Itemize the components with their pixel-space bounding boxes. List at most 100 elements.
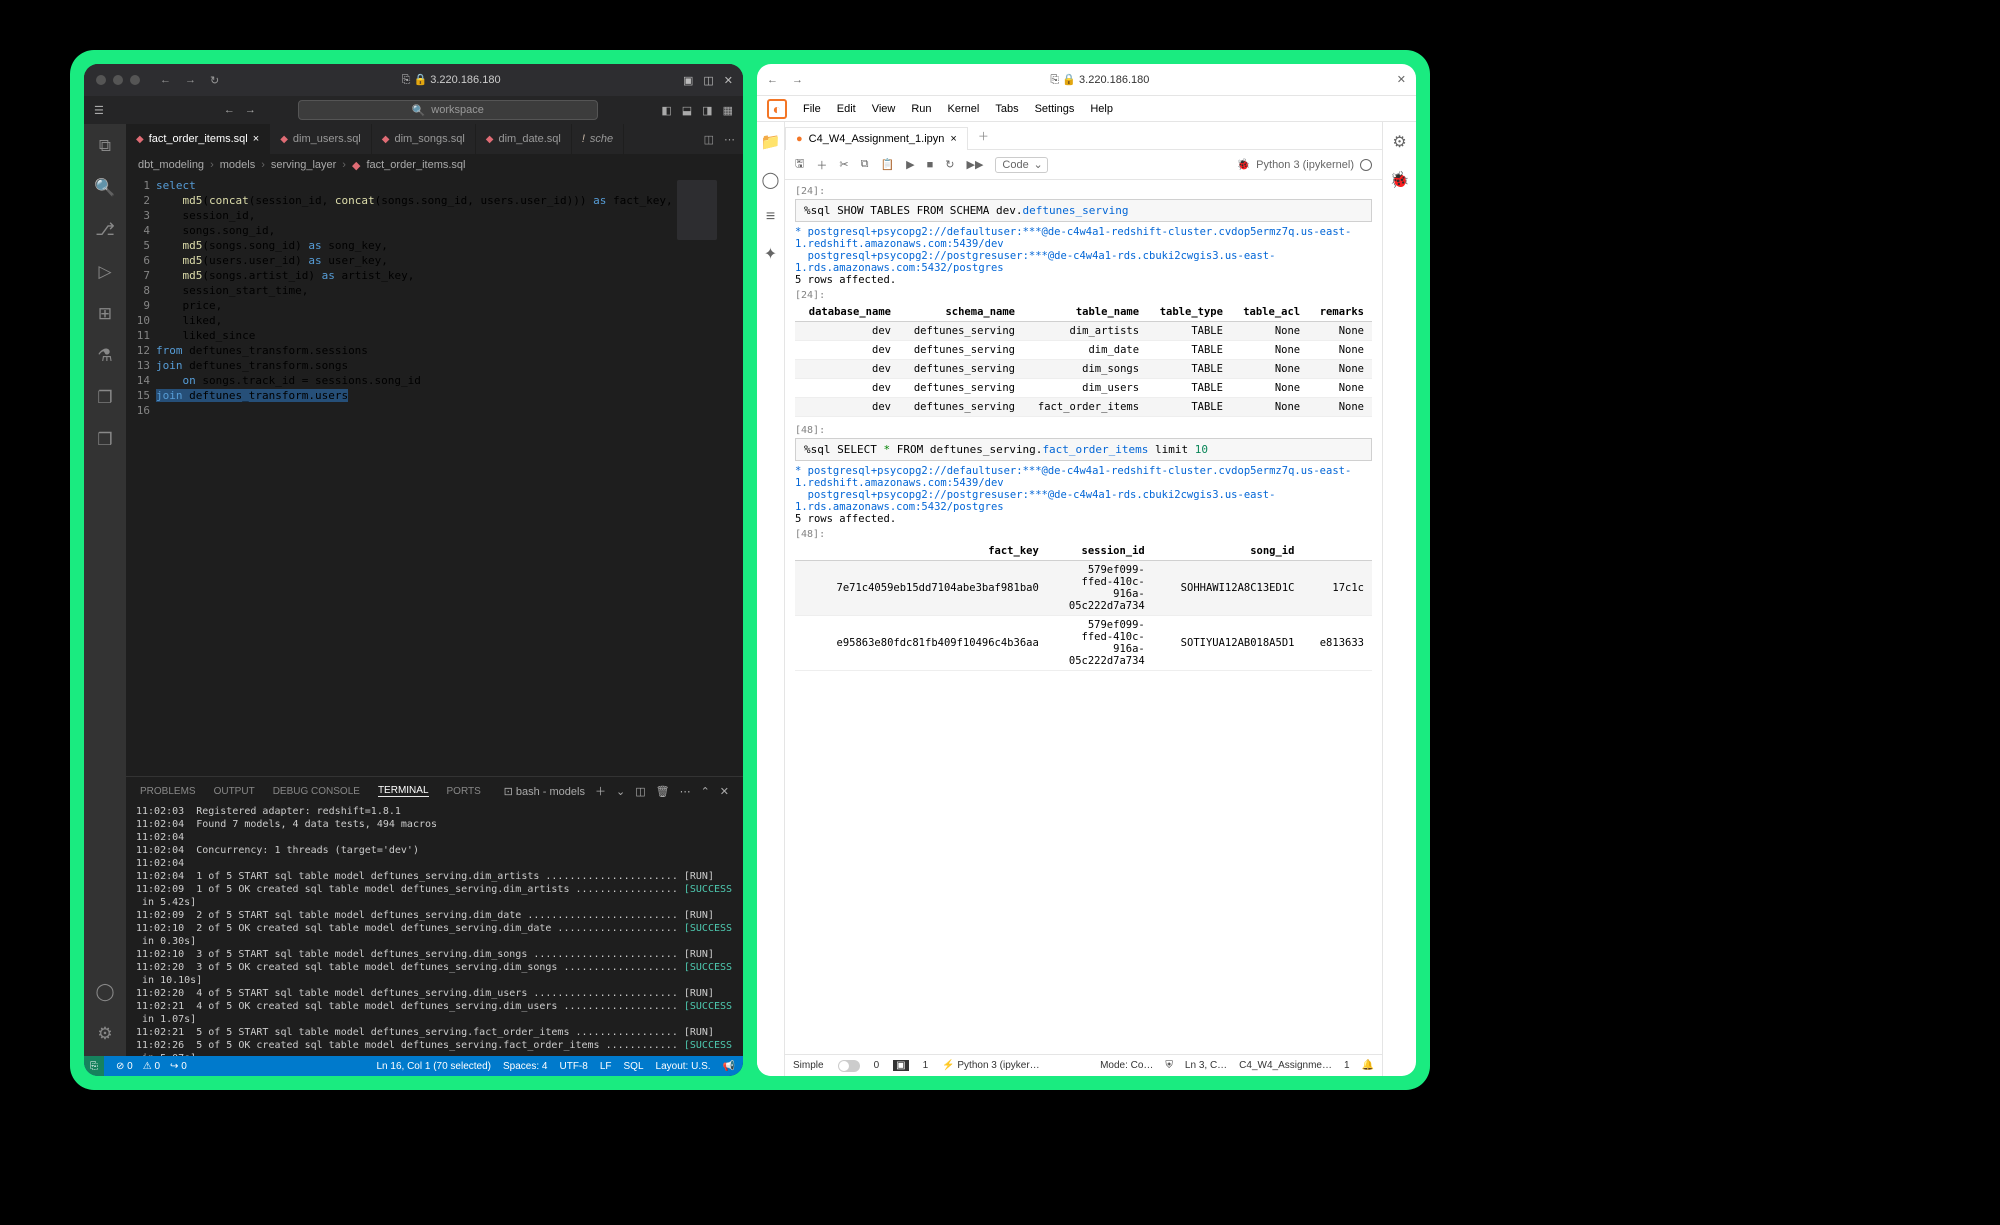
kernel-name[interactable]: Python 3 (ipykernel) (1256, 159, 1354, 171)
status-eol[interactable]: LF (600, 1061, 612, 1072)
menu-edit[interactable]: Edit (837, 103, 856, 115)
split-icon[interactable]: ◫ (703, 74, 713, 87)
box2-icon[interactable]: ❒ (93, 428, 117, 452)
cell-type-select[interactable]: Code (995, 157, 1047, 173)
menu-view[interactable]: View (872, 103, 896, 115)
account-icon[interactable]: ◯ (93, 980, 117, 1004)
notebook-body[interactable]: [24]: %sql SHOW TABLES FROM SCHEMA dev.d… (785, 180, 1382, 1054)
run-all-icon[interactable]: ▶▶ (967, 158, 984, 171)
status-lang[interactable]: SQL (624, 1061, 644, 1072)
command-search[interactable]: 🔍workspace (298, 100, 598, 120)
layout-bottom-icon[interactable]: ⬓ (682, 104, 692, 117)
jt-mode[interactable]: Mode: Co… (1100, 1060, 1153, 1071)
more-icon[interactable]: ⋯ (724, 133, 735, 146)
jt-t1[interactable]: 1 (923, 1060, 929, 1071)
jt-term-icon[interactable]: ▣ (893, 1060, 908, 1071)
panel-tab-terminal[interactable]: TERMINAL (378, 785, 429, 797)
tab-close-icon[interactable]: × (253, 133, 259, 145)
copy-icon[interactable]: ⧉ (861, 158, 869, 171)
run-icon[interactable]: ▷ (93, 260, 117, 284)
panel-tab-output[interactable]: OUTPUT (214, 786, 255, 797)
nav-fwd-icon[interactable]: → (185, 74, 196, 87)
nav-reload-icon[interactable]: ↻ (210, 74, 219, 87)
hist-back-icon[interactable]: ← (224, 104, 235, 116)
jupyter-logo-icon[interactable]: ◐ (767, 99, 787, 119)
minimap[interactable] (673, 176, 721, 776)
status-enc[interactable]: UTF-8 (559, 1061, 587, 1072)
jt-ln[interactable]: Ln 3, C… (1185, 1060, 1227, 1071)
gear-icon[interactable]: ⚙ (93, 1022, 117, 1046)
window-close-dot[interactable] (96, 75, 106, 85)
jt-term0[interactable]: 0 (874, 1060, 880, 1071)
nb-tab-add-icon[interactable]: ＋ (968, 123, 999, 149)
jt-n[interactable]: 1 (1344, 1060, 1350, 1071)
ext2-icon[interactable]: ✦ (764, 244, 777, 264)
split-editor-icon[interactable]: ◫ (704, 133, 714, 146)
extensions-icon[interactable]: ⊞ (93, 302, 117, 326)
hist-fwd-icon[interactable]: → (235, 104, 266, 116)
menu-settings[interactable]: Settings (1035, 103, 1075, 115)
term-split-icon[interactable]: ◫ (635, 785, 645, 798)
window-max-dot[interactable] (130, 75, 140, 85)
stop-icon[interactable]: ■ (927, 159, 934, 171)
simple-toggle[interactable] (838, 1060, 860, 1072)
status-bell-icon[interactable]: 📢 (723, 1061, 735, 1072)
jt-back-icon[interactable]: ← (767, 74, 778, 86)
menu-help[interactable]: Help (1090, 103, 1113, 115)
panel-tab-ports[interactable]: PORTS (447, 786, 481, 797)
kernel-status-icon[interactable] (1360, 159, 1372, 171)
term-max-icon[interactable]: ⌃ (701, 785, 710, 798)
term-trash-icon[interactable]: 🗑 (656, 785, 670, 798)
nav-back-icon[interactable]: ← (160, 74, 171, 87)
restart-icon[interactable]: ↻ (945, 158, 954, 171)
tab-fact-order-items[interactable]: ◆fact_order_items.sql× (126, 124, 270, 154)
status-pos[interactable]: Ln 16, Col 1 (70 selected) (376, 1061, 491, 1072)
paste-icon[interactable]: 📋 (880, 158, 894, 171)
breadcrumb[interactable]: dbt_modeling› models› serving_layer› ◆fa… (126, 154, 743, 176)
close-icon[interactable]: ✕ (724, 74, 733, 87)
folder-icon[interactable]: 📁 (761, 132, 781, 152)
cell-input[interactable]: %sql SHOW TABLES FROM SCHEMA dev.deftune… (795, 199, 1372, 222)
git-icon[interactable]: ⎇ (93, 218, 117, 242)
layout-panel-icon[interactable]: ▦ (723, 104, 733, 117)
window-min-dot[interactable] (113, 75, 123, 85)
tab-dim-songs[interactable]: ◆dim_songs.sql (372, 124, 476, 154)
tab-schema[interactable]: !sche (572, 124, 624, 154)
search-icon[interactable]: 🔍 (93, 176, 117, 200)
menu-file[interactable]: File (803, 103, 821, 115)
bug-icon[interactable]: 🐞 (1236, 158, 1250, 171)
panel-tab-problems[interactable]: PROBLEMS (140, 786, 196, 797)
tab-close-icon[interactable]: × (950, 133, 956, 145)
jt-close-icon[interactable]: ✕ (1397, 74, 1406, 86)
toc-icon[interactable]: ≡ (766, 208, 775, 226)
remote-indicator[interactable]: ⎘ (84, 1056, 104, 1076)
layout-left-icon[interactable]: ◧ (661, 104, 671, 117)
nb-tab[interactable]: ●C4_W4_Assignment_1.ipyn× (785, 127, 968, 150)
running-icon[interactable]: ◯ (762, 170, 780, 190)
cut-icon[interactable]: ✂ (839, 158, 848, 171)
menu-icon[interactable]: ☰ (84, 104, 114, 117)
panel-tab-debug[interactable]: DEBUG CONSOLE (273, 786, 360, 797)
cell-input[interactable]: %sql SELECT * FROM deftunes_serving.fact… (795, 438, 1372, 461)
status-spaces[interactable]: Spaces: 4 (503, 1061, 547, 1072)
term-close-icon[interactable]: ✕ (720, 785, 729, 798)
bug-icon[interactable]: 🐞 (1390, 170, 1410, 190)
tab-dim-date[interactable]: ◆dim_date.sql (476, 124, 572, 154)
run-cell-icon[interactable]: ▶ (906, 158, 914, 171)
gear-icon[interactable]: ⚙ (1392, 132, 1406, 152)
jt-bell-icon[interactable]: 🔔 (1362, 1060, 1374, 1071)
box-icon[interactable]: ❐ (93, 386, 117, 410)
jt-fn[interactable]: C4_W4_Assignme… (1239, 1060, 1332, 1071)
menu-tabs[interactable]: Tabs (995, 103, 1018, 115)
jt-kernel-status[interactable]: ⚡ Python 3 (ipyker… (942, 1060, 1040, 1071)
status-warnings[interactable]: ⚠ 0 (143, 1061, 160, 1072)
status-errors[interactable]: ⊘ 0 (116, 1061, 133, 1072)
status-ports[interactable]: ↪ 0 (170, 1061, 187, 1072)
save-icon[interactable]: 🖫 (795, 155, 804, 174)
menu-kernel[interactable]: Kernel (948, 103, 980, 115)
jt-shield-icon[interactable]: ⛨ (1165, 1060, 1173, 1071)
tab-dim-users[interactable]: ◆dim_users.sql (270, 124, 372, 154)
jt-fwd-icon[interactable]: → (792, 74, 803, 86)
add-icon[interactable]: ＋ (816, 157, 827, 173)
term-more-icon[interactable]: ⋯ (680, 785, 691, 798)
